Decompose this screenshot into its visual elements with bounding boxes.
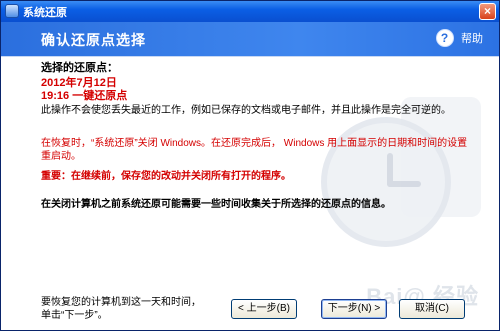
help-link[interactable]: ? 帮助 [435,29,483,49]
clock-minute-hand [387,181,421,187]
reversible-description: 此操作不会使您丢失最近的工作，例如已保存的文档或电子邮件，并且此操作是完全可逆的… [41,105,451,116]
close-button[interactable]: × [479,3,496,20]
back-button[interactable]: < 上一步(B) [231,299,297,319]
footer-note: 要恢复您的计算机到这一天和时间， 单击“下一步”。 [41,296,201,322]
restart-warning-line2: 重启动。 [41,151,81,162]
footer-note-line2: 单击“下一步”。 [41,310,108,321]
help-icon: ? [435,29,454,47]
cancel-button[interactable]: 取消(C) [399,299,465,319]
window-title: 系统还原 [23,7,67,19]
next-button[interactable]: 下一步(N) > [321,299,387,319]
wizard-header: 确认还原点选择 ? 帮助 [1,22,499,57]
footer-note-line1: 要恢复您的计算机到这一天和时间， [41,297,201,308]
restart-warning-line1: 在恢复时，“系统还原”关闭 Windows。在还原完成后， Windows 用上… [41,138,468,149]
important-warning: 重要：在继续前，保存您的改动并关闭所有打开的程序。 [41,171,291,182]
help-label: 帮助 [461,33,483,45]
restore-point-time: 19:16 一键还原点 [41,90,128,102]
info-text: 在关闭计算机之前系统还原可能需要一些时间收集关于所选择的还原点的信息。 [41,199,391,210]
system-restore-app-icon [5,4,19,18]
page-title: 确认还原点选择 [41,32,146,48]
wizard-content: 选择的还原点： 2012年7月12日 19:16 一键还原点 此操作不会使您丢失… [1,57,499,330]
system-restore-window: 系统还原 × 确认还原点选择 ? 帮助 选择的还原点： 2012年7月12日 1… [0,0,500,331]
restore-point-date: 2012年7月12日 [41,77,117,89]
section-label: 选择的还原点： [41,62,118,74]
title-bar[interactable]: 系统还原 × [1,1,499,22]
